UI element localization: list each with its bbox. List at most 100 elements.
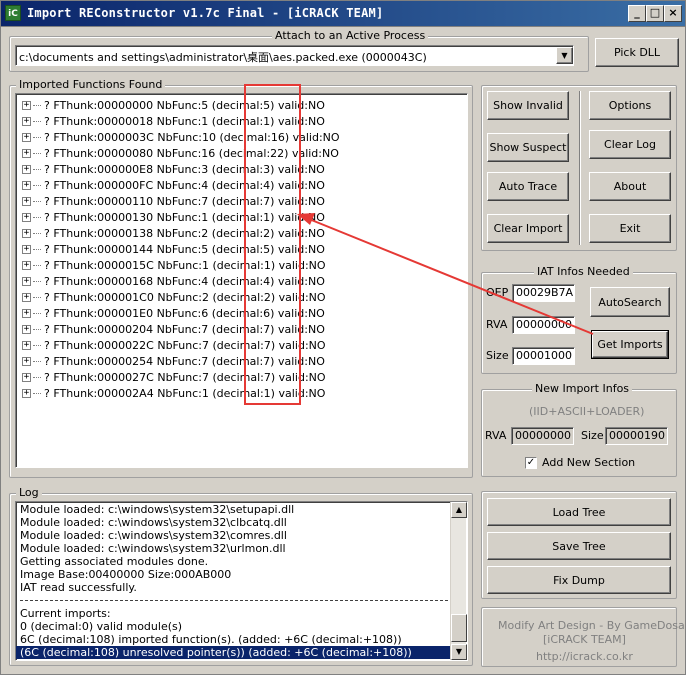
expand-icon[interactable]: + (22, 132, 31, 142)
process-select[interactable]: c:\documents and settings\administrator\… (15, 45, 574, 66)
expand-icon[interactable]: + (22, 228, 31, 238)
iid-ascii-loader-text: (IID+ASCII+LOADER) (529, 405, 645, 418)
expand-icon[interactable]: + (22, 276, 31, 286)
tree-connector (33, 168, 41, 170)
minimize-button[interactable]: _ (628, 5, 646, 22)
close-button[interactable]: × (664, 5, 682, 22)
expand-icon[interactable]: + (22, 388, 31, 398)
expand-icon[interactable]: + (22, 212, 31, 222)
tree-connector (33, 136, 41, 138)
expand-icon[interactable]: + (22, 196, 31, 206)
expand-icon[interactable]: + (22, 308, 31, 318)
scroll-up-icon[interactable]: ▲ (451, 502, 467, 518)
about-button[interactable]: About (589, 172, 671, 201)
log-line: Getting associated modules done. (20, 555, 209, 568)
iat-rva-label: RVA (486, 318, 508, 331)
tree-connector (33, 328, 41, 330)
add-section-label: Add New Section (542, 456, 636, 469)
tree-connector (33, 312, 41, 314)
oep-field[interactable]: 00029B7A (512, 284, 575, 302)
tree-connector (33, 360, 41, 362)
actions-divider (579, 91, 580, 245)
clear-import-button[interactable]: Clear Import (487, 214, 569, 243)
log-group-label: Log (16, 486, 42, 499)
tree-connector (33, 376, 41, 378)
exit-button[interactable]: Exit (589, 214, 671, 243)
log-line: Module loaded: c:\windows\system32\comre… (20, 529, 287, 542)
expand-icon[interactable]: + (22, 148, 31, 158)
iat-size-field[interactable]: 00001000 (512, 347, 575, 365)
log-line: IAT read successfully. (20, 581, 137, 594)
expand-icon[interactable]: + (22, 244, 31, 254)
tree-connector (33, 152, 41, 154)
imports-tree[interactable]: +? FThunk:00000000 NbFunc:5 (decimal:5) … (15, 84, 468, 468)
get-imports-button[interactable]: Get Imports (591, 330, 669, 359)
expand-icon[interactable]: + (22, 324, 31, 334)
pick-dll-button[interactable]: Pick DLL (595, 38, 679, 67)
show-invalid-button[interactable]: Show Invalid (487, 91, 569, 120)
log-line: Module loaded: c:\windows\system32\setup… (20, 503, 295, 516)
log-panel[interactable]: Module loaded: c:\windows\system32\setup… (15, 501, 468, 661)
maximize-button[interactable]: □ (646, 5, 664, 22)
log-separator (20, 600, 448, 601)
log-line: Module loaded: c:\windows\system32\clbca… (20, 516, 287, 529)
expand-icon[interactable]: + (22, 180, 31, 190)
tree-connector (33, 184, 41, 186)
oep-label: OEP (486, 286, 509, 299)
tree-connector (33, 264, 41, 266)
expand-icon[interactable]: + (22, 116, 31, 126)
load-tree-button[interactable]: Load Tree (487, 498, 671, 526)
expand-icon[interactable]: + (22, 372, 31, 382)
chevron-down-icon[interactable]: ▼ (556, 47, 573, 64)
main-window: iC Import REConstructor v1.7c Final - [i… (0, 0, 686, 675)
iat-size-label: Size (486, 349, 509, 362)
tree-connector (33, 232, 41, 234)
log-line: 6C (decimal:108) imported function(s). (… (20, 633, 402, 646)
log-scrollbar[interactable]: ▲ ▼ (450, 502, 467, 660)
log-line: 0 (decimal:0) valid module(s) (20, 620, 183, 633)
log-line: Module loaded: c:\windows\system32\urlmo… (20, 542, 286, 555)
tree-connector (33, 200, 41, 202)
title-bar[interactable]: iC Import REConstructor v1.7c Final - [i… (1, 1, 685, 27)
new-size-label: Size (581, 429, 604, 442)
attach-group-label: Attach to an Active Process (272, 29, 429, 42)
valid-column-highlight (244, 84, 301, 405)
expand-icon[interactable]: + (22, 260, 31, 270)
iat-rva-field[interactable]: 00000000 (512, 316, 575, 334)
app-icon: iC (5, 5, 21, 21)
save-tree-button[interactable]: Save Tree (487, 532, 671, 560)
log-line: Current imports: (20, 607, 111, 620)
expand-icon[interactable]: + (22, 340, 31, 350)
tree-connector (33, 248, 41, 250)
auto-trace-button[interactable]: Auto Trace (487, 172, 569, 201)
new-rva-label: RVA (485, 429, 507, 442)
new-rva-field[interactable]: 00000000 (511, 427, 574, 445)
tree-connector (33, 120, 41, 122)
window-title: Import REConstructor v1.7c Final - [iCRA… (27, 6, 384, 20)
show-suspect-button[interactable]: Show Suspect (487, 133, 569, 162)
options-button[interactable]: Options (589, 91, 671, 120)
tree-connector (33, 344, 41, 346)
iat-group-label: IAT Infos Needed (534, 265, 633, 278)
tree-connector (33, 104, 41, 106)
tree-connector (33, 216, 41, 218)
expand-icon[interactable]: + (22, 356, 31, 366)
log-line: (6C (decimal:108) unresolved pointer(s))… (16, 646, 450, 659)
credits-line-1: Modify Art Design - By GameDosa (498, 619, 685, 632)
log-line: Image Base:00400000 Size:000AB000 (20, 568, 232, 581)
new-import-group-label: New Import Infos (532, 382, 633, 395)
new-size-field[interactable]: 00000190 (605, 427, 668, 445)
imports-group-label: Imported Functions Found (16, 78, 166, 91)
credits-line-2: [iCRACK TEAM] (543, 633, 626, 646)
scroll-down-icon[interactable]: ▼ (451, 644, 467, 660)
expand-icon[interactable]: + (22, 164, 31, 174)
clear-log-button[interactable]: Clear Log (589, 130, 671, 159)
expand-icon[interactable]: + (22, 292, 31, 302)
credits-line-3: http://icrack.co.kr (536, 650, 633, 663)
expand-icon[interactable]: + (22, 100, 31, 110)
add-section-checkbox[interactable]: ✓ (525, 457, 537, 469)
fix-dump-button[interactable]: Fix Dump (487, 566, 671, 594)
autosearch-button[interactable]: AutoSearch (590, 287, 670, 317)
tree-connector (33, 280, 41, 282)
scroll-thumb[interactable] (451, 614, 467, 642)
